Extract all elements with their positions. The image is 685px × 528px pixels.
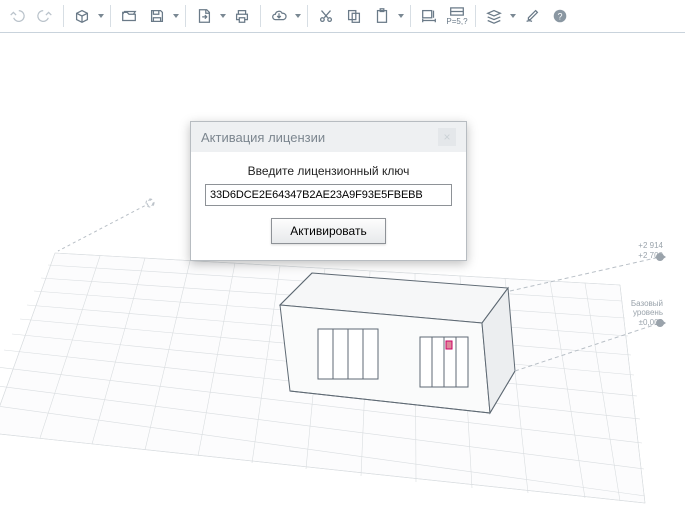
perimeter-button[interactable]: P=5,? bbox=[444, 3, 470, 29]
toolbar-separator bbox=[63, 5, 64, 27]
toolbar-separator bbox=[475, 5, 476, 27]
perimeter-label: P=5,? bbox=[446, 18, 467, 26]
cloud-dropdown[interactable] bbox=[294, 14, 302, 18]
export-button[interactable] bbox=[191, 3, 217, 29]
level-top-value1: +2 914 bbox=[638, 241, 663, 250]
level-base-label2: уровень bbox=[633, 308, 663, 317]
dialog-titlebar[interactable]: Активация лицензии × bbox=[191, 122, 466, 152]
save-dropdown[interactable] bbox=[172, 14, 180, 18]
help-button[interactable]: ? bbox=[547, 3, 573, 29]
open-button[interactable] bbox=[116, 3, 142, 29]
print-button[interactable] bbox=[229, 3, 255, 29]
level-base-value: ±0,000 bbox=[639, 318, 663, 327]
save-button[interactable] bbox=[144, 3, 170, 29]
toolbar-separator bbox=[307, 5, 308, 27]
dialog-title-text: Активация лицензии bbox=[201, 130, 325, 145]
toolbar-separator bbox=[110, 5, 111, 27]
main-toolbar: P=5,? ? bbox=[0, 0, 685, 33]
license-prompt-label: Введите лицензионный ключ bbox=[205, 164, 452, 178]
export-dropdown[interactable] bbox=[219, 14, 227, 18]
svg-text:?: ? bbox=[557, 12, 562, 22]
activate-button[interactable]: Активировать bbox=[271, 218, 385, 244]
cloud-button[interactable] bbox=[266, 3, 292, 29]
catalog-button[interactable] bbox=[69, 3, 95, 29]
paste-dropdown[interactable] bbox=[397, 14, 405, 18]
dialog-close-button[interactable]: × bbox=[438, 128, 456, 146]
toolbar-separator bbox=[410, 5, 411, 27]
model-viewport[interactable]: +2 914 +2 700 Базовый уровень ±0,000 Акт… bbox=[0, 33, 685, 528]
cut-button[interactable] bbox=[313, 3, 339, 29]
license-key-input[interactable] bbox=[205, 184, 452, 206]
toolbar-separator bbox=[260, 5, 261, 27]
license-activation-dialog: Активация лицензии × Введите лицензионны… bbox=[190, 121, 467, 261]
dialog-body: Введите лицензионный ключ Активировать bbox=[191, 152, 466, 260]
toolbar-separator bbox=[185, 5, 186, 27]
level-base-label1: Базовый bbox=[631, 299, 663, 308]
settings-button[interactable] bbox=[519, 3, 545, 29]
paste-button[interactable] bbox=[369, 3, 395, 29]
copy-button[interactable] bbox=[341, 3, 367, 29]
layers-dropdown[interactable] bbox=[509, 14, 517, 18]
catalog-dropdown[interactable] bbox=[97, 14, 105, 18]
autodimension-button[interactable] bbox=[416, 3, 442, 29]
level-top-value2: +2 700 bbox=[638, 251, 663, 260]
undo-button[interactable] bbox=[4, 3, 30, 29]
redo-button[interactable] bbox=[32, 3, 58, 29]
layers-button[interactable] bbox=[481, 3, 507, 29]
